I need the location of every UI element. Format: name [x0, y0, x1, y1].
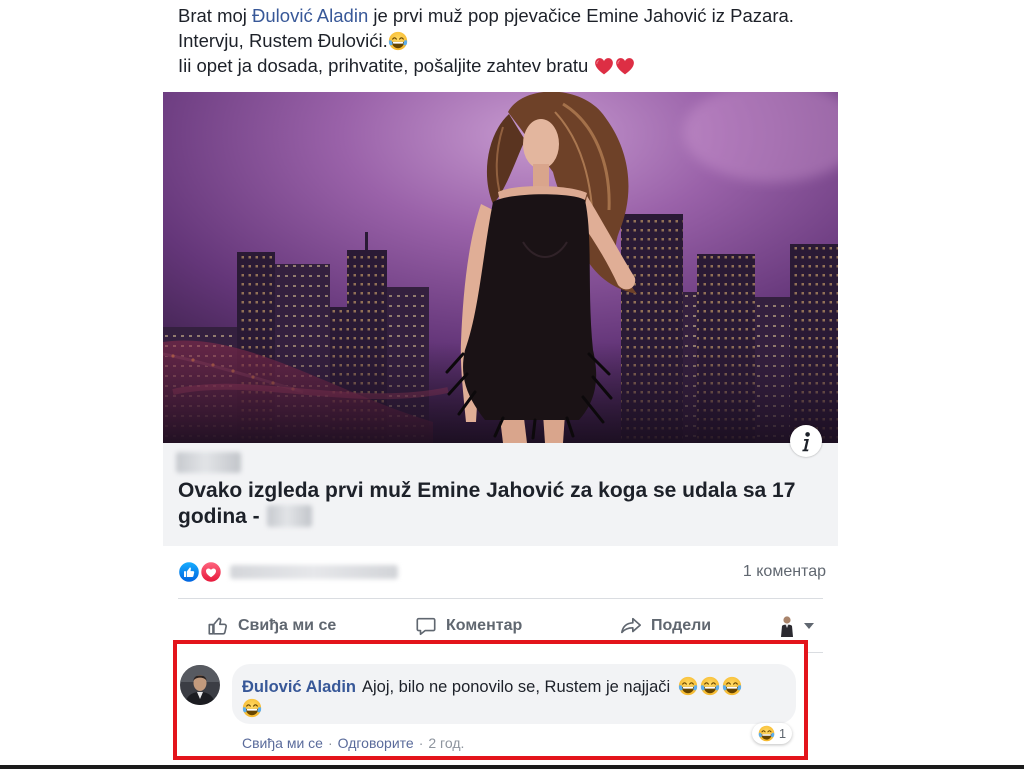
comment-reaction-count: 1	[778, 726, 787, 741]
like-reaction-icon[interactable]	[178, 561, 200, 583]
reactions-divider	[178, 598, 823, 599]
reaction-identity-selector[interactable]	[778, 615, 814, 637]
laughing-emoji-icon	[758, 725, 775, 742]
comment-line-1: Đulović Aladin Ajoj, bilo ne ponovilo se,…	[242, 676, 767, 698]
blurred-reactor-names	[230, 565, 398, 579]
red-heart-emoji-icon	[594, 56, 614, 76]
laughing-emoji-icon	[678, 676, 698, 696]
comment-footer: Свиђа ми се · Одговорите · 2 год.	[242, 735, 464, 751]
share-arrow-icon	[620, 615, 642, 637]
blurred-source-name	[266, 505, 312, 527]
post-message-text: je prvi muž pop pjevačice Emine Jahović …	[368, 5, 794, 26]
red-heart-emoji-icon	[615, 56, 635, 76]
comment-bubble: Đulović Aladin Ajoj, bilo ne ponovilo se,…	[232, 664, 796, 724]
post-message-text: Iii opet ja dosada, prihvatite, pošaljit…	[178, 55, 589, 76]
comment-count-link[interactable]: 1 коментар	[743, 562, 826, 582]
comment-button[interactable]: Коментар	[415, 612, 522, 640]
comment-reply-link[interactable]: Одговорите	[338, 735, 414, 751]
laughing-emoji-icon	[388, 31, 408, 51]
profile-avatar-icon	[778, 615, 796, 637]
post-message-line-3: Iii opet ja dosada, prihvatite, pošaljit…	[178, 53, 794, 78]
laughing-emoji-icon	[242, 698, 262, 718]
comment-bubble-icon	[415, 615, 437, 637]
love-reaction-icon[interactable]	[200, 561, 222, 583]
link-preview-image[interactable]	[163, 92, 838, 443]
heart-emojis	[594, 55, 636, 76]
comment-author-link[interactable]: Đulović Aladin	[242, 678, 356, 696]
share-button-label: Подели	[651, 617, 712, 634]
like-button[interactable]: Свиђа ми се	[207, 612, 336, 640]
laughing-emoji-icon	[722, 676, 742, 696]
laughing-emoji-icon	[700, 676, 720, 696]
post-message-text: Intervju, Rustem Đulovići.	[178, 30, 388, 51]
post-message-line-2: Intervju, Rustem Đulovići.	[178, 28, 794, 53]
thumbs-up-icon	[207, 615, 229, 637]
screenshot-bottom-edge	[0, 765, 1024, 769]
footer-separator: ·	[327, 735, 333, 751]
link-preview-caption[interactable]: Ovako izgleda prvi muž Emine Jahović za …	[163, 443, 838, 546]
comment-emojis	[678, 678, 744, 696]
chevron-down-icon	[804, 623, 814, 629]
comment-timestamp[interactable]: 2 год.	[428, 735, 464, 751]
commenter-avatar[interactable]	[180, 665, 220, 705]
post-message: Brat moj Đulović Aladin je prvi muž pop …	[178, 3, 794, 78]
share-button[interactable]: Подели	[620, 612, 711, 640]
post-message-text: Brat moj	[178, 5, 253, 26]
comment-button-label: Коментар	[446, 617, 523, 634]
footer-separator: ·	[418, 735, 424, 751]
comment-line-2	[242, 698, 767, 720]
comment-like-link[interactable]: Свиђа ми се	[242, 735, 323, 751]
info-icon[interactable]	[790, 425, 822, 457]
comment-text: Ajoj, bilo ne ponovilo se, Rustem je naj…	[362, 678, 671, 696]
comment-reaction-badge[interactable]: 1	[752, 723, 792, 744]
highlighted-comment-frame: Đulović Aladin Ajoj, bilo ne ponovilo se,…	[173, 640, 808, 760]
post-message-line-1: Brat moj Đulović Aladin je prvi muž pop …	[178, 3, 794, 28]
author-mention-link[interactable]: Đulović Aladin	[252, 5, 368, 26]
blurred-source-domain	[176, 452, 241, 473]
link-preview-title-block[interactable]: Ovako izgleda prvi muž Emine Jahović za …	[178, 478, 828, 530]
like-button-label: Свиђа ми се	[238, 617, 337, 634]
